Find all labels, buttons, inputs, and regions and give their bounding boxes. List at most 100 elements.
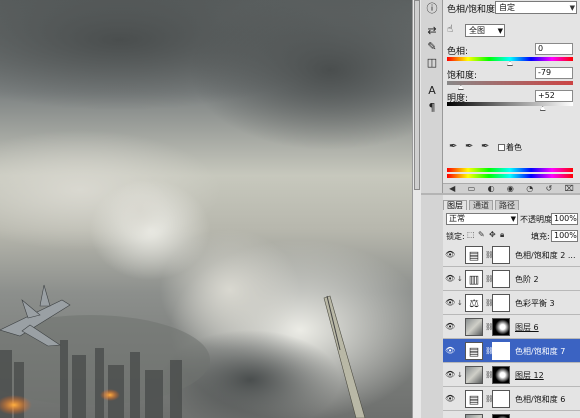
- lock-pixels-icon[interactable]: ✎: [478, 230, 485, 239]
- layer-row[interactable]: 👁︎ ↓ ⚖ ⛓ 色彩平衡 3: [443, 291, 580, 315]
- fill-input[interactable]: 100%: [551, 230, 578, 242]
- clone-source-icon[interactable]: ◫: [424, 54, 440, 70]
- layer-name[interactable]: 色相/饱和度 7: [515, 346, 565, 357]
- tab-paths[interactable]: 路径: [495, 200, 519, 210]
- edit-range-dropdown[interactable]: 全图 ▼: [465, 24, 505, 37]
- hue-input[interactable]: 0: [535, 43, 573, 55]
- adjustment-icon[interactable]: ▤: [465, 246, 483, 264]
- adjustment-icon[interactable]: ▤: [465, 390, 483, 408]
- saturation-label: 饱和度:: [447, 71, 478, 81]
- hue-slider-track[interactable]: [447, 57, 573, 61]
- layer-name[interactable]: 图层 12: [515, 370, 544, 381]
- layer-row[interactable]: 👁︎ ↓ ▥ ⛓ 色阶 2: [443, 267, 580, 291]
- tab-channels[interactable]: 通道: [469, 200, 493, 210]
- opacity-input[interactable]: 100%: [551, 213, 578, 225]
- saturation-input[interactable]: -79: [535, 67, 573, 79]
- layers-panel: 图层 通道 路径 正常 ▼ 不透明度: 100% 锁定: ⬚ ✎ ✥ 🔒︎ 填充…: [443, 193, 580, 418]
- preset-dropdown[interactable]: 自定 ▼: [495, 1, 577, 14]
- eyedropper-plus-icon[interactable]: ✒: [465, 141, 473, 152]
- layer-row[interactable]: 👁︎ ⛓ 图层 6: [443, 315, 580, 339]
- clipping-arrow-icon: ↓: [457, 299, 463, 307]
- adjustment-icon[interactable]: ▤: [465, 342, 483, 360]
- adjustment-title: 色相/饱和度: [447, 5, 496, 15]
- eye-icon[interactable]: 👁︎: [445, 322, 455, 332]
- layer-name[interactable]: 色彩平衡 3: [515, 298, 555, 309]
- lightness-input[interactable]: +52: [535, 90, 573, 102]
- adjustment-icon[interactable]: ▥: [465, 270, 483, 288]
- adjustment-icon[interactable]: ⚖: [465, 294, 483, 312]
- layer-name[interactable]: 色阶 2: [515, 274, 539, 285]
- reset-icon[interactable]: ↺: [546, 184, 553, 193]
- layer-mask-thumbnail[interactable]: [492, 246, 510, 264]
- tool-presets-icon[interactable]: ⇄: [424, 22, 440, 38]
- layer-row[interactable]: 👁︎ ▤ ⛓ 色相/饱和度 2 ...: [443, 243, 580, 267]
- layer-row[interactable]: 👁︎ ▤ ⛓ 色相/饱和度 6: [443, 387, 580, 411]
- layer-mask-thumbnail[interactable]: [492, 318, 510, 336]
- opacity-label: 不透明度:: [520, 215, 555, 224]
- layer-row[interactable]: 👁︎ ▤ ⛓ 色相/饱和度 7: [443, 339, 580, 363]
- layer-thumbnail[interactable]: [465, 366, 483, 384]
- output-color-bar: [447, 174, 573, 178]
- layer-thumbnail[interactable]: [465, 414, 483, 418]
- canvas-vertical-scrollbar[interactable]: [412, 0, 421, 418]
- canvas-image: [0, 0, 412, 418]
- lightness-slider-knob[interactable]: [539, 106, 546, 111]
- hue-slider-knob[interactable]: [507, 61, 513, 66]
- visibility-icon[interactable]: ◉: [507, 184, 514, 193]
- eye-icon[interactable]: 👁︎: [445, 346, 455, 356]
- layer-name[interactable]: 图层 6: [515, 322, 539, 333]
- eyedropper-minus-icon[interactable]: ✒: [481, 141, 489, 152]
- eye-icon[interactable]: 👁︎: [445, 298, 455, 308]
- delete-adjustment-icon[interactable]: ⌧: [565, 184, 574, 193]
- layer-mask-thumbnail[interactable]: [492, 342, 510, 360]
- eye-icon[interactable]: 👁︎: [445, 394, 455, 404]
- lock-all-icon[interactable]: 🔒︎: [500, 230, 504, 240]
- panel-icon-strip: ⓘ ⇄ ✎ ◫ A ¶: [421, 0, 443, 193]
- document-canvas[interactable]: [0, 0, 412, 418]
- info-icon[interactable]: ⓘ: [424, 0, 440, 16]
- eye-icon[interactable]: 👁︎: [445, 274, 455, 284]
- lock-label: 锁定:: [446, 232, 465, 241]
- checkbox-box[interactable]: [498, 144, 505, 151]
- view-previous-icon[interactable]: ◔: [526, 184, 533, 193]
- chevron-down-icon: ▼: [497, 27, 503, 35]
- eyedropper-icon[interactable]: ✒: [449, 141, 457, 152]
- character-icon[interactable]: A: [424, 82, 440, 98]
- blend-mode-dropdown[interactable]: 正常 ▼: [446, 213, 518, 225]
- tab-layers[interactable]: 图层: [443, 200, 467, 210]
- layer-thumbnail[interactable]: [465, 318, 483, 336]
- brush-icon[interactable]: ✎: [424, 38, 440, 54]
- layers-tabbar: 图层 通道 路径: [443, 200, 519, 210]
- layer-name[interactable]: 色相/饱和度 2 ...: [515, 250, 576, 261]
- hand-adjust-icon[interactable]: ☝: [447, 24, 453, 35]
- layer-mask-thumbnail[interactable]: [492, 294, 510, 312]
- clipping-arrow-icon: ↓: [457, 371, 463, 379]
- layer-mask-thumbnail[interactable]: [492, 366, 510, 384]
- layer-mask-thumbnail[interactable]: [492, 390, 510, 408]
- blend-mode-value: 正常: [449, 214, 465, 223]
- input-color-bar: [447, 168, 573, 172]
- layer-mask-thumbnail[interactable]: [492, 270, 510, 288]
- paragraph-icon[interactable]: ¶: [424, 99, 440, 115]
- clip-to-layer-icon[interactable]: ◐: [488, 184, 495, 193]
- eye-icon[interactable]: 👁︎: [445, 370, 455, 380]
- saturation-slider-knob[interactable]: [457, 85, 464, 90]
- layer-row[interactable]: 👁︎⛓图层 11: [443, 411, 580, 418]
- adjustments-footer: ◀ ▭ ◐ ◉ ◔ ↺ ⌧: [443, 183, 580, 193]
- layer-row[interactable]: 👁︎ ↓ ⛓ 图层 12: [443, 363, 580, 387]
- clipping-arrow-icon: ↓: [457, 275, 463, 283]
- lock-position-icon[interactable]: ✥: [489, 230, 496, 239]
- scrollbar-thumb[interactable]: [414, 0, 420, 190]
- saturation-slider-track[interactable]: [447, 81, 573, 85]
- lightness-slider-track[interactable]: [447, 102, 573, 106]
- expand-view-icon[interactable]: ▭: [468, 184, 476, 193]
- hue-label: 色相:: [447, 47, 469, 57]
- back-arrow-icon[interactable]: ◀: [449, 184, 455, 193]
- colorize-checkbox[interactable]: 着色: [498, 142, 522, 153]
- layer-name[interactable]: 色相/饱和度 6: [515, 394, 565, 405]
- lock-transparency-icon[interactable]: ⬚: [467, 230, 475, 239]
- layer-mask-thumbnail[interactable]: [492, 414, 510, 418]
- eye-icon[interactable]: 👁︎: [445, 250, 455, 260]
- edit-range-value: 全图: [469, 26, 485, 35]
- fill-label: 填充:: [531, 232, 550, 241]
